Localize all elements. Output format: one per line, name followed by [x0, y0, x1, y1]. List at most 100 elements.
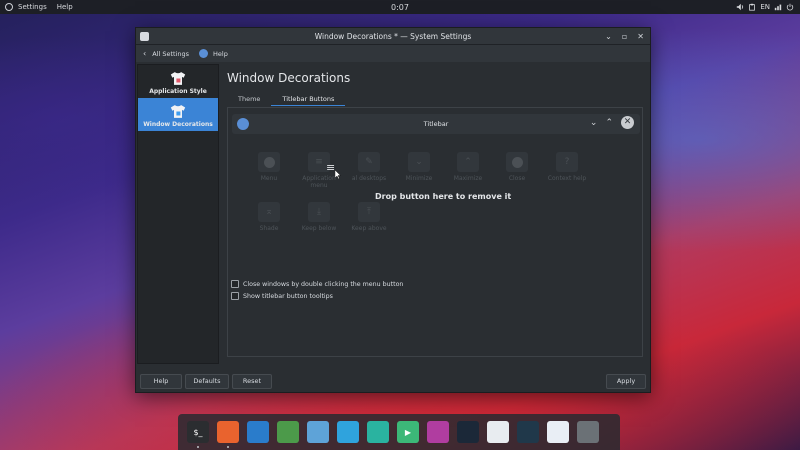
sidebar-item-window-decorations[interactable]: Window Decorations: [138, 98, 218, 131]
trash-icon[interactable]: [577, 421, 599, 443]
task-dock: $_ ▶: [178, 414, 620, 450]
launcher-icon[interactable]: [5, 3, 13, 11]
all-settings-link[interactable]: All Settings: [152, 50, 189, 58]
button-label: Keep below: [301, 225, 337, 232]
button-label: al desktops: [351, 175, 387, 182]
titlebar-preview[interactable]: Titlebar ⌄ ⌃ ✕: [232, 114, 640, 134]
window-controls: ⌄ ▫ ✕: [605, 28, 644, 45]
drop-zone-message: Drop button here to remove it: [375, 192, 512, 201]
navigation-bar: ‹ All Settings Help: [136, 45, 650, 62]
button-label: Application menu: [302, 175, 336, 189]
button-label: Context help: [547, 175, 587, 182]
keep-below-icon: ⤓: [308, 202, 330, 222]
window-decorations-icon: [170, 105, 186, 118]
checkbox-show-tooltips[interactable]: Show titlebar button tooltips: [231, 292, 403, 300]
clock[interactable]: 0:07: [391, 3, 409, 12]
tab-theme[interactable]: Theme: [227, 94, 271, 106]
terminal-icon[interactable]: $_: [187, 421, 209, 448]
sidebar-item-application-style[interactable]: Application Style: [138, 65, 218, 98]
defaults-button[interactable]: Defaults: [185, 374, 229, 389]
network-icon[interactable]: [774, 3, 782, 11]
minimize-icon[interactable]: ⌄: [605, 32, 612, 41]
window-titlebar[interactable]: Window Decorations * — System Settings ⌄…: [136, 28, 650, 45]
sidebar-item-label: Application Style: [149, 88, 207, 95]
question-icon: ?: [556, 152, 578, 172]
image-viewer-icon[interactable]: [427, 421, 449, 443]
help-icon[interactable]: [199, 49, 208, 58]
telegram-icon[interactable]: [337, 421, 359, 443]
menu-settings[interactable]: Settings: [18, 3, 47, 11]
available-button-keep-below[interactable]: ⤓ Keep below: [298, 202, 340, 232]
back-arrow-icon[interactable]: ‹: [143, 49, 146, 58]
apply-button[interactable]: Apply: [606, 374, 646, 389]
available-button-shade[interactable]: ⌅ Shade: [248, 202, 290, 232]
page-title: Window Decorations: [227, 71, 351, 85]
available-button-context-help[interactable]: ? Context help: [546, 152, 588, 182]
dialog-footer: Help Defaults Reset Apply: [136, 370, 650, 392]
system-settings-window: Window Decorations * — System Settings ⌄…: [135, 27, 651, 393]
button-label: Maximize: [453, 175, 483, 182]
available-button-maximize[interactable]: ⌃ Maximize: [447, 152, 489, 182]
running-indicator: [227, 446, 229, 448]
media-player-icon[interactable]: ▶: [397, 421, 419, 443]
minimize-icon: ⌄: [408, 152, 430, 172]
kcm-sidebar: Application Style Window Decorations: [137, 64, 219, 364]
button-label: Minimize: [405, 175, 433, 182]
button-label: Shade: [259, 225, 279, 232]
available-button-minimize[interactable]: ⌄ Minimize: [398, 152, 440, 182]
available-button-all-desktops[interactable]: ✎ al desktops: [348, 152, 390, 182]
checkbox-box[interactable]: [231, 292, 239, 300]
button-label: Close: [508, 175, 526, 182]
available-button-close[interactable]: Close: [496, 152, 538, 182]
help-link[interactable]: Help: [213, 50, 228, 58]
window-title: Window Decorations * — System Settings: [314, 31, 472, 41]
dock-glyph: $_: [193, 427, 203, 437]
checkbox-close-on-double-click[interactable]: Close windows by double clicking the men…: [231, 280, 403, 288]
document-viewer-icon[interactable]: [547, 421, 569, 443]
preview-maximize-icon[interactable]: ⌃: [605, 118, 613, 128]
close-icon: [511, 156, 523, 168]
android-studio-icon[interactable]: [277, 421, 299, 443]
pin-icon: ✎: [358, 152, 380, 172]
dragged-hamburger-icon[interactable]: ≡: [326, 161, 335, 174]
preview-close-icon[interactable]: ✕: [621, 116, 634, 129]
system-monitor-icon[interactable]: [517, 421, 539, 443]
keyboard-layout-indicator[interactable]: EN: [760, 3, 770, 11]
clipboard-icon[interactable]: [748, 3, 756, 11]
file-manager-icon[interactable]: [307, 421, 329, 443]
power-icon[interactable]: [786, 3, 794, 11]
mouse-cursor-icon: [335, 170, 341, 179]
menu-icon: [263, 156, 275, 168]
menu-help[interactable]: Help: [57, 3, 73, 11]
reset-button[interactable]: Reset: [232, 374, 272, 389]
vscode-icon[interactable]: [247, 421, 269, 443]
button-label: Keep above: [351, 225, 387, 232]
steam-icon[interactable]: [457, 421, 479, 443]
maximize-icon[interactable]: ▫: [622, 32, 627, 41]
dock-glyph: ▶: [404, 427, 412, 437]
sidebar-item-label: Window Decorations: [143, 121, 213, 128]
button-label: Menu: [260, 175, 278, 182]
available-button-menu[interactable]: Menu: [248, 152, 290, 182]
preview-minimize-icon[interactable]: ⌄: [590, 118, 598, 128]
checkbox-box[interactable]: [231, 280, 239, 288]
volume-icon[interactable]: [736, 3, 744, 11]
application-style-icon: [170, 72, 186, 85]
preview-title: Titlebar: [423, 120, 449, 128]
firefox-icon[interactable]: [217, 421, 239, 448]
tab-titlebar-buttons[interactable]: Titlebar Buttons: [271, 94, 346, 106]
toggle-settings-icon[interactable]: [487, 421, 509, 443]
checkbox-label: Close windows by double clicking the men…: [243, 280, 404, 288]
keep-above-icon: ⤒: [358, 202, 380, 222]
available-button-keep-above[interactable]: ⤒ Keep above: [348, 202, 390, 232]
options-checkboxes: Close windows by double clicking the men…: [231, 280, 403, 304]
tab-bar: Theme Titlebar Buttons: [227, 94, 641, 106]
shade-icon: ⌅: [258, 202, 280, 222]
maximize-icon: ⌃: [457, 152, 479, 172]
titlebar-buttons-panel: Titlebar ⌄ ⌃ ✕ Menu ≡ Application menu ✎: [227, 107, 643, 357]
checkbox-label: Show titlebar button tooltips: [243, 292, 333, 300]
close-icon[interactable]: ✕: [637, 32, 644, 41]
preview-controls: ⌄ ⌃ ✕: [590, 116, 634, 129]
tv-app-icon[interactable]: [367, 421, 389, 443]
help-button[interactable]: Help: [140, 374, 182, 389]
